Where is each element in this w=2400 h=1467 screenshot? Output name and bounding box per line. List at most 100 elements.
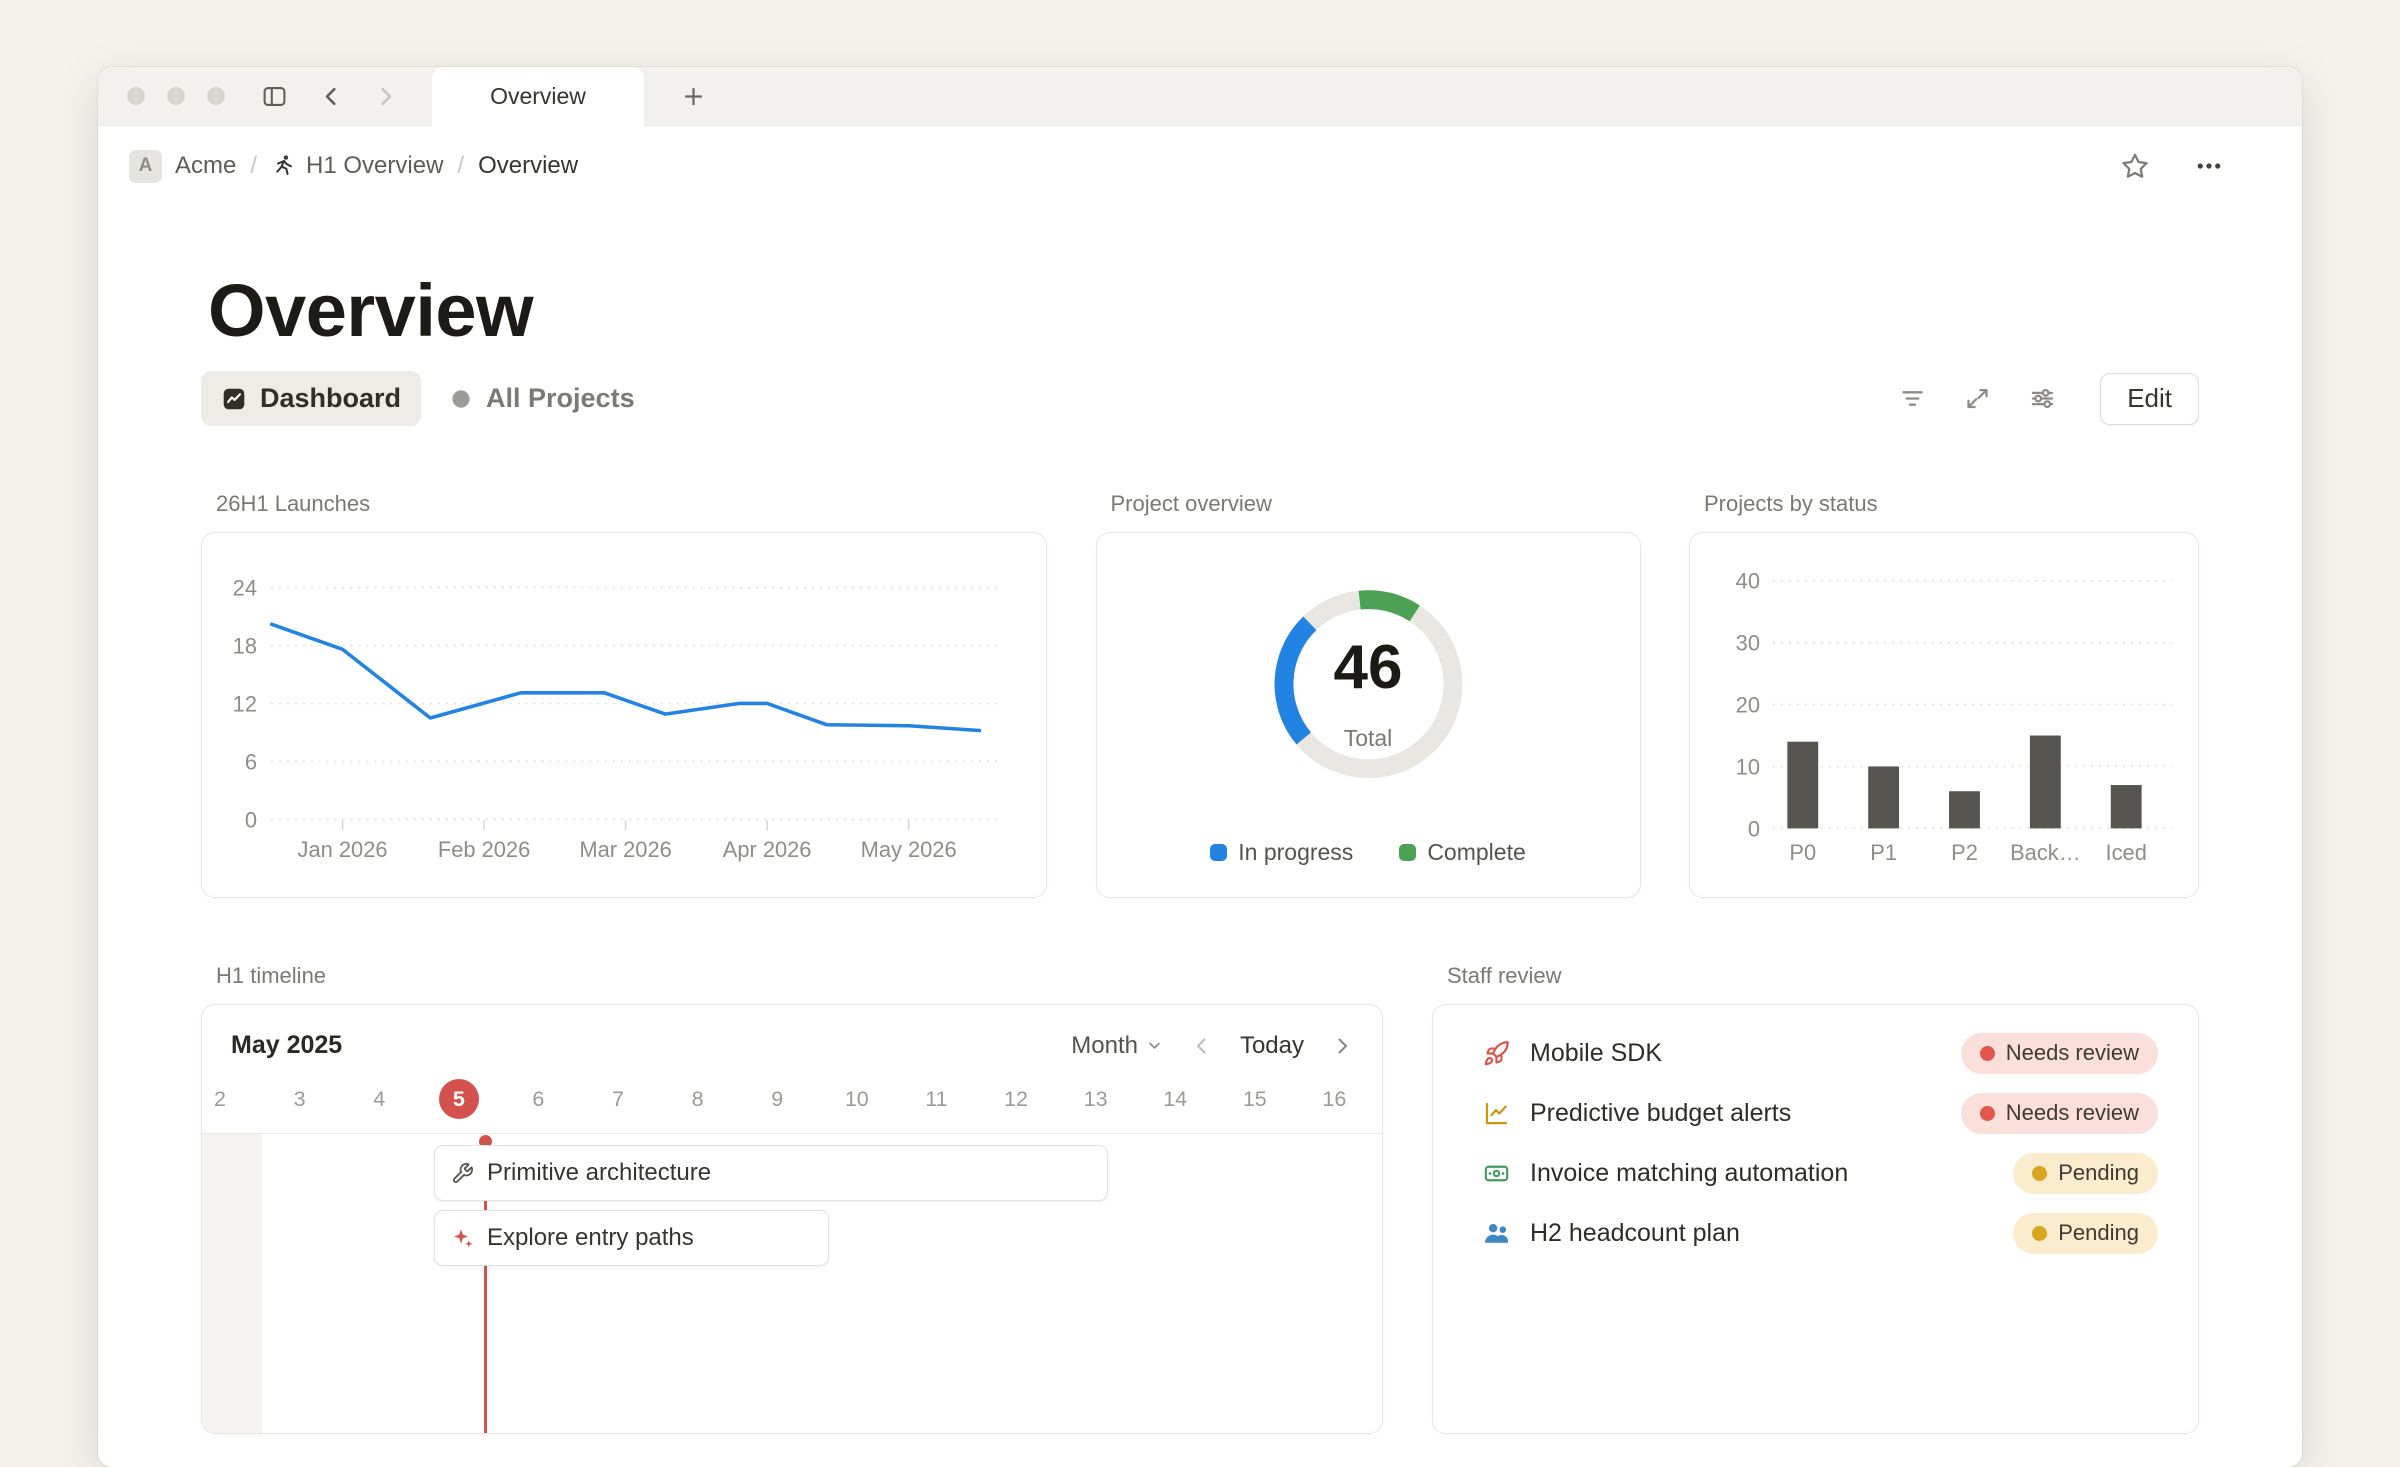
launches-card: 06121824Jan 2026Feb 2026Mar 2026Apr 2026… — [201, 532, 1047, 898]
page-title[interactable]: Overview — [208, 268, 2199, 353]
timeline-day[interactable]: 4 — [359, 1079, 399, 1119]
staff-row[interactable]: Invoice matching automationPending — [1433, 1143, 2198, 1203]
svg-text:18: 18 — [233, 634, 257, 659]
timeline-day-current[interactable]: 5 — [439, 1079, 479, 1119]
svg-text:0: 0 — [245, 807, 257, 832]
minimize-window-button[interactable] — [167, 87, 185, 105]
launches-line-chart: 06121824Jan 2026Feb 2026Mar 2026Apr 2026… — [202, 533, 1046, 897]
timeline-day[interactable]: 9 — [757, 1079, 797, 1119]
timeline-day[interactable]: 13 — [1076, 1079, 1116, 1119]
timeline-zoom-select[interactable]: Month — [1071, 1032, 1164, 1060]
card-title-launches: 26H1 Launches — [216, 490, 1047, 517]
timeline-month-label: May 2025 — [231, 1031, 342, 1060]
status-badge[interactable]: Needs review — [1961, 1093, 2158, 1134]
filter-icon[interactable] — [1899, 385, 1926, 412]
svg-text:0: 0 — [1748, 816, 1760, 841]
status-card: 010203040P0P1P2Back…Iced — [1689, 532, 2199, 898]
more-options-icon[interactable] — [2194, 151, 2224, 181]
forward-icon[interactable] — [372, 83, 399, 110]
view-tab-all-projects[interactable]: All Projects — [429, 371, 655, 426]
favorite-star-icon[interactable] — [2120, 151, 2150, 181]
timeline-day[interactable]: 16 — [1314, 1079, 1354, 1119]
chart-up-icon — [1483, 1100, 1510, 1127]
sparkle-icon — [451, 1227, 474, 1250]
views-row: Dashboard All Projects Edit — [201, 371, 2199, 426]
timeline-day[interactable]: 14 — [1155, 1079, 1195, 1119]
timeline-day[interactable]: 12 — [996, 1079, 1036, 1119]
timeline-next-icon[interactable] — [1330, 1034, 1354, 1058]
timeline-item-label: Explore entry paths — [487, 1224, 694, 1252]
settings-sliders-icon[interactable] — [2029, 385, 2056, 412]
status-card-group: Projects by status 010203040P0P1P2Back…I… — [1689, 490, 2199, 898]
timeline-item[interactable]: Primitive architecture — [434, 1145, 1108, 1201]
launches-card-group: 26H1 Launches 06121824Jan 2026Feb 2026Ma… — [201, 490, 1047, 898]
breadcrumb-current[interactable]: Overview — [478, 152, 578, 180]
tab-overview[interactable]: Overview — [432, 67, 644, 125]
timeline-day[interactable]: 15 — [1235, 1079, 1275, 1119]
view-tab-label: All Projects — [486, 383, 635, 414]
staff-row[interactable]: Mobile SDK Needs review — [1433, 1023, 2198, 1083]
staff-row[interactable]: H2 headcount planPending — [1433, 1203, 2198, 1263]
status-bar-chart: 010203040P0P1P2Back…Iced — [1690, 533, 2198, 897]
svg-text:40: 40 — [1736, 569, 1760, 594]
card-title-staff-review: Staff review — [1447, 962, 2199, 989]
staff-review-card: Mobile SDKNeeds reviewPredictive budget … — [1432, 1004, 2199, 1434]
status-badge[interactable]: Pending — [2013, 1213, 2158, 1254]
breadcrumb-parent[interactable]: H1 Overview — [306, 152, 443, 180]
wrench-icon — [451, 1162, 474, 1185]
sidebar-toggle-icon[interactable] — [261, 83, 288, 110]
page-content: Overview Dashboard All Projects Edit 26H… — [98, 268, 2302, 1434]
timeline-day[interactable]: 10 — [837, 1079, 877, 1119]
timeline-card-group: H1 timeline May 2025 Month Today — [201, 962, 1383, 1434]
staff-review-card-group: Staff review Mobile SDKNeeds reviewPredi… — [1432, 962, 2199, 1434]
expand-icon[interactable] — [1964, 385, 1991, 412]
timeline-day[interactable]: 11 — [916, 1079, 956, 1119]
new-tab-icon[interactable] — [680, 83, 707, 110]
card-title-project-overview: Project overview — [1111, 490, 1641, 517]
back-icon[interactable] — [318, 83, 345, 110]
staff-row[interactable]: Predictive budget alertsNeeds review — [1433, 1083, 2198, 1143]
timeline-day[interactable]: 2 — [201, 1079, 240, 1119]
svg-text:20: 20 — [1736, 693, 1760, 718]
donut-total-label: Total — [1097, 725, 1640, 752]
svg-text:Apr 2026: Apr 2026 — [723, 837, 812, 862]
legend-label: In progress — [1238, 839, 1353, 866]
status-dot — [1980, 1106, 1995, 1121]
breadcrumb-workspace[interactable]: Acme — [175, 152, 236, 180]
workspace-avatar[interactable]: A — [129, 150, 162, 183]
svg-text:P0: P0 — [1789, 840, 1816, 865]
status-badge[interactable]: Pending — [2013, 1153, 2158, 1194]
close-window-button[interactable] — [127, 87, 145, 105]
cards-row-bottom: H1 timeline May 2025 Month Today — [201, 962, 2199, 1434]
timeline-item-label: Primitive architecture — [487, 1159, 711, 1187]
timeline-today-button[interactable]: Today — [1240, 1032, 1304, 1060]
views-toolbar: Edit — [1899, 373, 2199, 425]
svg-text:24: 24 — [233, 576, 257, 601]
svg-text:12: 12 — [233, 692, 257, 717]
status-badge[interactable]: Needs review — [1961, 1033, 2158, 1074]
view-tab-dashboard[interactable]: Dashboard — [201, 371, 421, 426]
staff-item-label: Mobile SDK — [1530, 1039, 1662, 1068]
legend-swatch-in-progress — [1210, 844, 1227, 861]
zoom-window-button[interactable] — [207, 87, 225, 105]
legend-item-complete: Complete — [1399, 839, 1525, 866]
status-dot — [1980, 1046, 1995, 1061]
timeline-body: Primitive architecture Explore entry pat… — [202, 1133, 1382, 1433]
timeline-day[interactable]: 6 — [518, 1079, 558, 1119]
svg-text:Back…: Back… — [2010, 840, 2080, 865]
svg-text:Iced: Iced — [2106, 840, 2147, 865]
edit-button[interactable]: Edit — [2100, 373, 2199, 425]
tab-label: Overview — [490, 83, 586, 110]
timeline-prev-icon[interactable] — [1190, 1034, 1214, 1058]
breadcrumb-separator: / — [457, 152, 464, 180]
view-tab-label: Dashboard — [260, 383, 401, 414]
timeline-zoom-label: Month — [1071, 1032, 1138, 1060]
card-title-by-status: Projects by status — [1704, 490, 2199, 517]
svg-text:Mar 2026: Mar 2026 — [579, 837, 671, 862]
timeline-day[interactable]: 7 — [598, 1079, 638, 1119]
svg-text:Feb 2026: Feb 2026 — [438, 837, 530, 862]
svg-text:6: 6 — [245, 750, 257, 775]
timeline-day[interactable]: 3 — [280, 1079, 320, 1119]
timeline-item[interactable]: Explore entry paths — [434, 1210, 829, 1266]
timeline-day[interactable]: 8 — [678, 1079, 718, 1119]
